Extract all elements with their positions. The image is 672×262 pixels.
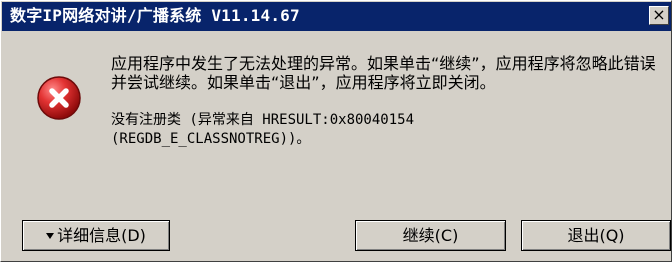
quit-button-label: 退出(Q) <box>567 226 625 245</box>
quit-button[interactable]: 退出(Q) <box>521 220 671 251</box>
details-button-label: 详细信息(D) <box>57 226 146 245</box>
error-dialog-window: 数字IP网络对讲/广播系统 V11.14.67 × 应用程序中发生了无法处理的异… <box>0 0 672 262</box>
details-button[interactable]: 详细信息(D) <box>22 220 170 251</box>
chevron-down-icon <box>46 232 55 239</box>
window-title: 数字IP网络对讲/广播系统 V11.14.67 <box>10 6 300 25</box>
error-message: 应用程序中发生了无法处理的异常。如果单击“继续”，应用程序将忽略此错误并尝试继续… <box>111 54 656 149</box>
continue-button[interactable]: 继续(C) <box>355 220 506 251</box>
message-text: 应用程序中发生了无法处理的异常。如果单击“继续”，应用程序将忽略此错误并尝试继续… <box>111 54 656 92</box>
error-icon <box>37 76 81 120</box>
close-button[interactable]: × <box>649 6 669 25</box>
detail-text: 没有注册类 (异常来自 HRESULT:0x80040154 (REGDB_E_… <box>111 112 415 147</box>
title-bar[interactable]: 数字IP网络对讲/广播系统 V11.14.67 × <box>2 2 671 31</box>
continue-button-label: 继续(C) <box>402 226 459 245</box>
